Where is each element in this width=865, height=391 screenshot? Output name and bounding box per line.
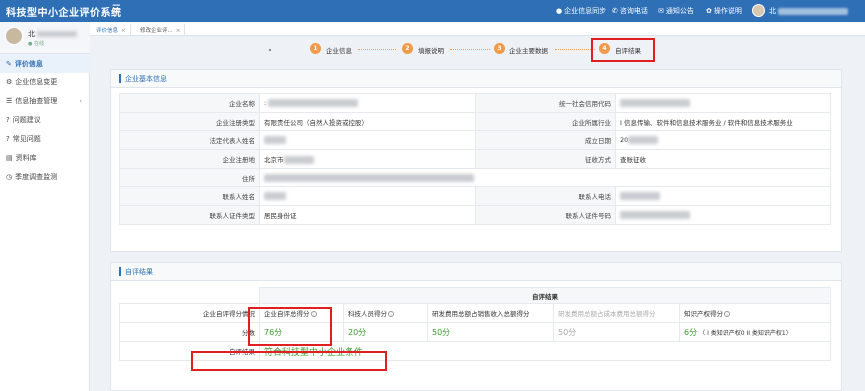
- points-row-label: 分数: [119, 322, 260, 342]
- user-panel: 北 ● 在线: [0, 22, 90, 54]
- basic-info-table: 企业名称 : 统一社会信用代码 企业注册类型 有限责任公司（自然人投资或控股） …: [119, 93, 831, 225]
- ip-score-header: 知识产权得分 i: [679, 303, 831, 323]
- rd-sales-score-header: 研发费用总额占销售收入总额得分: [427, 303, 554, 323]
- basic-info-header: 企业基本信息: [111, 70, 841, 88]
- folder-icon: ▤: [6, 153, 13, 162]
- company-name-label: 企业名称: [119, 93, 260, 113]
- address-label: 住所: [119, 167, 260, 188]
- close-icon[interactable]: ×: [176, 28, 181, 34]
- step-3-label: 企业主要数据: [509, 47, 548, 55]
- person-icon: ●: [556, 7, 563, 15]
- guide-button[interactable]: ✿ 操作说明: [706, 6, 742, 16]
- reg-type-value: 有限责任公司（自然人投资或控股）: [259, 111, 476, 132]
- sidebar-item-faq[interactable]: ? 常见问题: [0, 129, 90, 148]
- tech-staff-score-value: 20分: [343, 322, 428, 342]
- reg-place-value: 北京市: [259, 149, 476, 169]
- contact-phone-label: 联系人电话: [475, 186, 616, 207]
- sidebar-item-library[interactable]: ▤ 资料库: [0, 148, 90, 167]
- total-score-highlight: [248, 307, 332, 346]
- question-icon: ?: [6, 115, 10, 124]
- phone-icon: ✆: [612, 7, 618, 15]
- chevron-left-icon: ‹: [79, 96, 82, 105]
- sidebar-item-suggestions[interactable]: ? 问题建议: [0, 110, 90, 129]
- clock-icon: ◷: [6, 172, 13, 181]
- tab-bar: 评价信息 × 修改企业评... ×: [90, 22, 865, 36]
- industry-label: 企业所属行业: [475, 111, 616, 132]
- result-table: 自评结果 企业自评得分情况 企业自评总得分 i 科技人员得分 i 研发费用总额占销售…: [119, 287, 831, 361]
- tax-method-label: 征收方式: [475, 149, 616, 169]
- step-2-number: 2: [402, 43, 413, 54]
- sidebar-item-spot-check[interactable]: ☰ 信息抽查管理 ‹: [0, 91, 90, 110]
- top-bar: 科技型中小企业评价系统 ☰ ● 企业信息同步 ✆ 咨询电话 ✉ 通知公告 ✿ 操作说明 …: [0, 0, 865, 22]
- result-table-title: 自评结果: [259, 287, 831, 304]
- basic-info-card: 企业基本信息 企业名称 : 统一社会信用代码 企业注册类型 有限责任公司（自然人…: [110, 69, 842, 252]
- industry-value: I 信息传输、软件和信息技术服务业 / 软件和信息技术服务业: [615, 111, 831, 132]
- conclusion-highlight: [191, 351, 387, 371]
- pencil-icon: ✎: [6, 59, 12, 68]
- sync-company-info-button[interactable]: ● 企业信息同步: [556, 6, 606, 16]
- avatar: [5, 27, 23, 45]
- mail-icon: ✉: [658, 7, 664, 15]
- notice-button[interactable]: ✉ 通知公告: [658, 6, 694, 16]
- reg-place-label: 企业注册地: [119, 149, 260, 169]
- rd-sales-score-value: 50分: [427, 322, 554, 342]
- step-3-number: 3: [494, 43, 505, 54]
- result-header: 自评结果: [111, 263, 841, 281]
- tech-staff-score-header: 科技人员得分 i: [343, 303, 428, 323]
- help-icon: ?: [6, 134, 10, 143]
- id-number-label: 联系人证件号码: [475, 205, 616, 225]
- sidebar-item-quarterly-survey[interactable]: ◷ 季度调查监测: [0, 167, 90, 186]
- menu-icon[interactable]: ☰: [112, 4, 121, 15]
- info-icon[interactable]: i: [388, 311, 394, 317]
- credit-code-value: [615, 93, 831, 113]
- scores-row-label: 企业自评得分情况: [119, 303, 260, 323]
- avatar[interactable]: [752, 4, 765, 17]
- gear-icon: ⚙: [6, 77, 13, 86]
- company-name-value: :: [259, 93, 476, 113]
- step-2-label: 填报说明: [418, 47, 444, 55]
- rd-cost-score-value: 50分: [553, 322, 680, 342]
- ip-score-value: 6分 （ I 类知识产权0 II 类知识产权1）: [679, 322, 831, 342]
- list-icon: ☰: [6, 96, 13, 105]
- step-4-highlight: [591, 38, 655, 62]
- step-progress: 1 企业信息 2 填报说明 3 企业主要数据 4 自评结果: [90, 37, 865, 62]
- app-title: 科技型中小企业评价系统: [6, 8, 122, 19]
- legal-rep-value: [259, 130, 476, 151]
- contact-name-label: 联系人姓名: [119, 186, 260, 207]
- hotline-button[interactable]: ✆ 咨询电话: [612, 6, 648, 16]
- rd-cost-score-header: 研发费用总额占成本费用总额得分: [553, 303, 680, 323]
- legal-rep-label: 法定代表人姓名: [119, 130, 260, 151]
- close-icon[interactable]: ×: [121, 28, 126, 34]
- user-name: 北: [28, 29, 78, 39]
- contact-name-value: [259, 186, 476, 207]
- founded-value: 20: [615, 130, 831, 151]
- id-number-value: [615, 205, 831, 225]
- credit-code-label: 统一社会信用代码: [475, 93, 616, 113]
- sidebar: 北 ● 在线 ✎ 评价信息 ⚙ 企业信息变更 ☰ 信息抽查管理 ‹ ? 问题建议 ? 常见…: [0, 22, 90, 391]
- step-1-label: 企业信息: [326, 47, 352, 55]
- id-type-value: 居民身份证: [259, 205, 476, 225]
- tab-edit-evaluation[interactable]: 修改企业评... ×: [136, 24, 186, 35]
- address-value: [259, 167, 831, 188]
- sidebar-item-evaluation[interactable]: ✎ 评价信息: [0, 54, 90, 73]
- reg-type-label: 企业注册类型: [119, 111, 260, 132]
- gear-icon: ✿: [706, 7, 712, 15]
- founded-label: 成立日期: [475, 130, 616, 151]
- result-card: 自评结果 自评结果 企业自评得分情况 企业自评总得分 i 科技人员得分 i 研发费用…: [110, 262, 842, 391]
- step-1-number: 1: [310, 43, 321, 54]
- contact-phone-value: [615, 186, 831, 207]
- tab-evaluation[interactable]: 评价信息 ×: [92, 24, 131, 35]
- sidebar-item-company-change[interactable]: ⚙ 企业信息变更: [0, 72, 90, 91]
- id-type-label: 联系人证件类型: [119, 205, 260, 225]
- tax-method-value: 查账征收: [615, 149, 831, 169]
- user-menu[interactable]: 北: [769, 6, 848, 16]
- user-status: ● 在线: [28, 41, 44, 47]
- info-icon[interactable]: i: [724, 311, 730, 317]
